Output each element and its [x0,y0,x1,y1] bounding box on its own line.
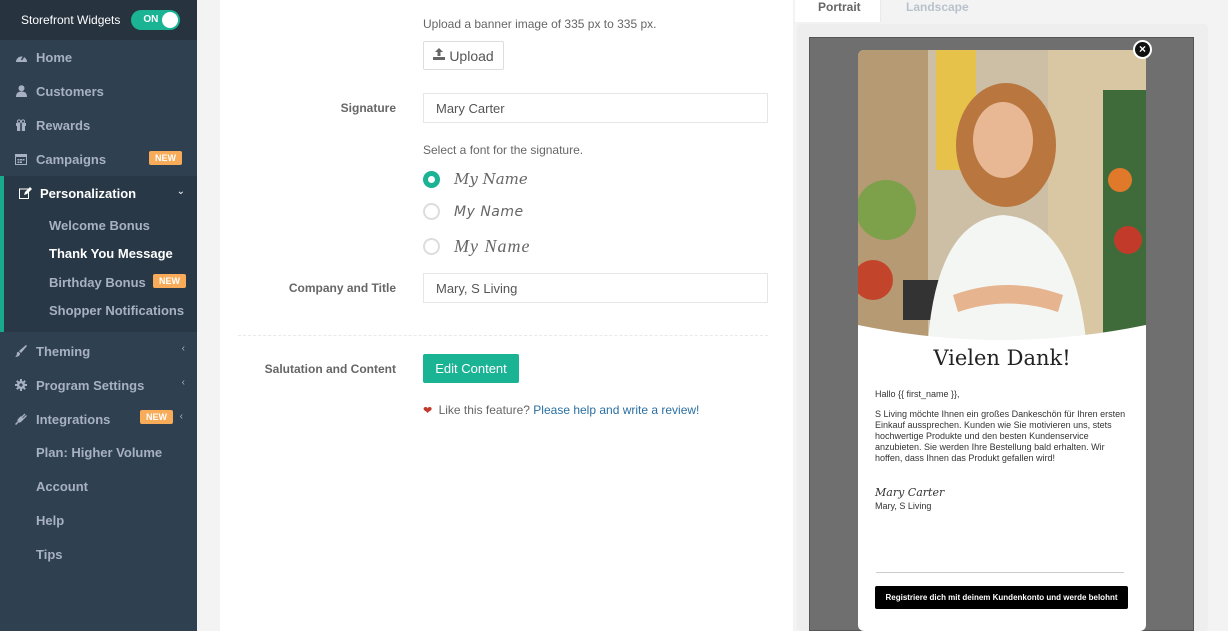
sidebar-item-home[interactable]: Home [0,40,197,74]
sidebar-item-label: Personalization [40,185,137,201]
sidebar: Storefront Widgets ON Home Customers Rew… [0,0,197,631]
new-badge: NEW [149,151,182,165]
popup-title: Vielen Dank! [933,346,1071,370]
company-title-label: Company and Title [288,281,396,295]
sidebar-item-label: Program Settings [36,377,145,393]
sidebar-item-theming[interactable]: Theming [0,334,197,368]
new-badge: NEW [140,410,173,424]
submenu-item-thank-you-message[interactable]: Thank You Message [49,246,173,261]
heart-icon: ❤ [423,405,433,417]
tab-portrait[interactable]: Portrait [795,0,881,22]
company-title-input[interactable] [423,273,768,303]
sidebar-item-customers[interactable]: Customers [0,74,197,108]
personalization-submenu: Welcome Bonus Thank You Message Birthday… [0,210,197,332]
write-review-link[interactable]: Please help and write a review! [533,403,699,417]
new-badge: NEW [153,274,186,288]
brush-icon [14,344,28,358]
toggle-label: ON [143,14,159,25]
font-option-sample: My Name [454,170,528,188]
sidebar-item-label: Home [36,49,73,65]
gift-icon [14,118,28,132]
font-option-radio-selected[interactable] [423,170,440,188]
upload-button[interactable]: Upload [423,41,504,70]
popup-divider [876,572,1124,573]
plug-icon [14,412,28,426]
popup-company: Mary, S Living [875,501,932,511]
sidebar-item-label: Integrations [36,411,111,427]
sidebar-item-label: Theming [36,343,91,359]
storefront-widgets-toggle[interactable]: ON [131,10,181,30]
section-divider [238,335,768,336]
thank-you-popup-preview: Vielen Dank! Hallo {{ first_name }}, S L… [858,50,1146,631]
chevron-left-icon: ‹ [181,377,185,388]
font-option-sample: My Name [454,203,524,220]
chevron-left-icon: ‹ [181,343,185,354]
user-icon [14,84,28,98]
preview-tabs: Portrait Landscape [795,0,1228,22]
font-option-3[interactable]: My Name [423,236,530,257]
sidebar-header: Storefront Widgets ON [0,0,197,40]
close-icon[interactable]: × [1133,40,1152,59]
thank-you-form-panel: Upload a banner image of 335 px to 335 p… [220,0,793,631]
calendar-icon [14,152,28,166]
feature-text: Like this feature? [438,403,530,417]
submenu-item-shopper-notifications[interactable]: Shopper Notifications [49,303,184,318]
upload-label: Upload [449,47,494,64]
sidebar-item-account[interactable]: Account [36,479,88,494]
sidebar-item-label: Rewards [36,117,91,133]
toggle-knob [162,12,179,28]
register-button[interactable]: Registriere dich mit deinem Kundenkonto … [875,586,1128,609]
upload-icon [433,48,446,63]
feature-review-prompt: ❤ Like this feature? Please help and wri… [423,403,699,417]
sidebar-item-personalization[interactable]: Personalization [0,176,197,210]
submenu-item-birthday-bonus[interactable]: Birthday Bonus [49,275,146,290]
dashboard-icon [14,50,28,64]
font-option-sample: My Name [454,236,531,256]
chevron-down-icon: ⌄ [176,186,185,197]
sidebar-item-tips[interactable]: Tips [36,547,63,562]
sidebar-item-help[interactable]: Help [36,513,64,528]
edit-content-button[interactable]: Edit Content [423,354,519,383]
sidebar-item-plan[interactable]: Plan: Higher Volume [36,445,162,460]
sidebar-item-label: Campaigns [36,151,107,167]
edit-icon [18,186,32,200]
sidebar-item-program-settings[interactable]: Program Settings [0,368,197,402]
salutation-content-label: Salutation and Content [264,362,396,376]
font-option-1[interactable]: My Name [423,170,528,188]
font-hint: Select a font for the signature. [423,143,584,157]
submenu-item-welcome-bonus[interactable]: Welcome Bonus [49,218,150,233]
sidebar-item-rewards[interactable]: Rewards [0,108,197,142]
banner-image [858,50,1146,340]
gear-icon [14,378,28,392]
storefront-widgets-label: Storefront Widgets [21,13,121,27]
chevron-left-icon: ‹ [179,411,183,422]
font-option-radio[interactable] [423,238,440,255]
font-option-2[interactable]: My Name [423,203,524,220]
font-option-radio[interactable] [423,203,440,220]
banner-hint: Upload a banner image of 335 px to 335 p… [423,17,657,31]
signature-input[interactable] [423,93,768,123]
sidebar-item-label: Customers [36,83,104,99]
signature-label: Signature [340,101,396,115]
popup-greeting: Hallo {{ first_name }}, [875,389,960,399]
popup-body: S Living möchte Ihnen ein großes Dankesc… [875,409,1126,463]
tab-landscape[interactable]: Landscape [883,0,992,22]
popup-signature: Mary Carter [875,486,945,499]
